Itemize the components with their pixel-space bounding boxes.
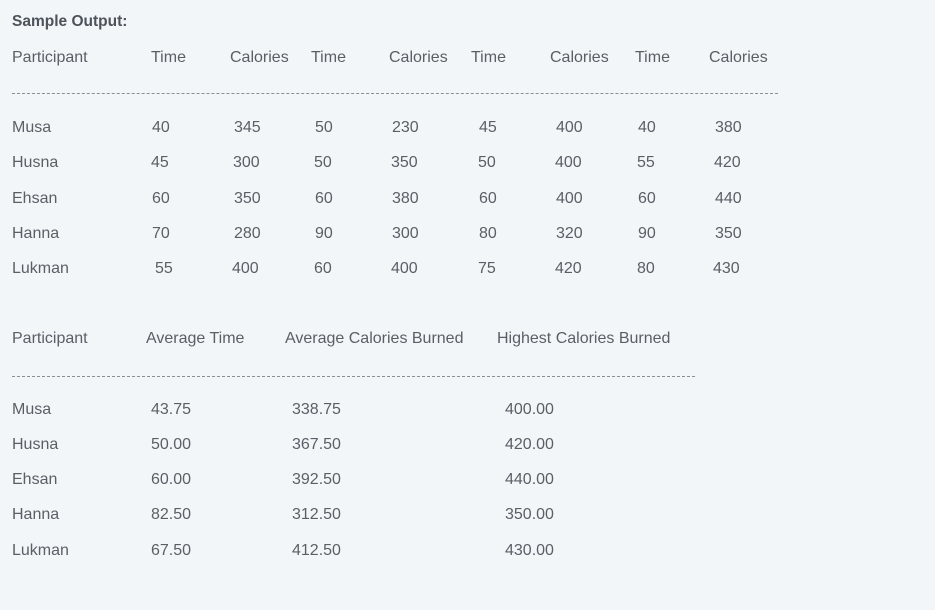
column-header: Calories [389, 49, 448, 66]
table-cell: 400 [556, 119, 583, 136]
table-cell: 350 [391, 154, 418, 171]
table1-divider [12, 93, 778, 94]
table-cell: 350.00 [505, 506, 554, 523]
table-cell: 338.75 [292, 401, 341, 418]
participant-name: Ehsan [12, 190, 58, 207]
table-cell: 60 [314, 260, 332, 277]
table-cell: 90 [315, 225, 333, 242]
table-cell: 380 [715, 119, 742, 136]
participant-name: Hanna [12, 506, 60, 523]
table-cell: 430.00 [505, 542, 554, 559]
table-cell: 55 [155, 260, 173, 277]
participant-name: Husna [12, 154, 59, 171]
table-cell: 55 [637, 154, 655, 171]
table-cell: 367.50 [292, 436, 341, 453]
table-cell: 60 [152, 190, 170, 207]
table-cell: 60 [638, 190, 656, 207]
table-cell: 60.00 [151, 471, 192, 488]
table-cell: 75 [478, 260, 496, 277]
column-header: Average Calories Burned [285, 330, 464, 347]
table-cell: 80 [479, 225, 497, 242]
table-cell: 82.50 [151, 506, 192, 523]
table-cell: 50 [315, 119, 333, 136]
table-cell: 392.50 [292, 471, 341, 488]
table-cell: 50 [478, 154, 496, 171]
column-header: Participant [12, 330, 88, 347]
table-cell: 400 [555, 154, 582, 171]
sample-output-heading: Sample Output: [12, 13, 128, 30]
table-cell: 440.00 [505, 471, 554, 488]
table-cell: 40 [638, 119, 656, 136]
column-header: Time [151, 49, 186, 66]
table-cell: 320 [556, 225, 583, 242]
table-cell: 420.00 [505, 436, 554, 453]
table-cell: 312.50 [292, 506, 341, 523]
table-cell: 412.50 [292, 542, 341, 559]
table-cell: 300 [392, 225, 419, 242]
column-header: Time [635, 49, 670, 66]
table-cell: 345 [234, 119, 261, 136]
participant-name: Musa [12, 401, 52, 418]
table-cell: 45 [151, 154, 169, 171]
column-header: Calories [230, 49, 289, 66]
table-cell: 350 [715, 225, 742, 242]
table-cell: 380 [392, 190, 419, 207]
column-header: Participant [12, 49, 88, 66]
table-cell: 50.00 [151, 436, 192, 453]
column-header: Time [471, 49, 506, 66]
table-cell: 300 [233, 154, 260, 171]
participant-name: Hanna [12, 225, 60, 242]
table-cell: 45 [479, 119, 497, 136]
column-header: Highest Calories Burned [497, 330, 671, 347]
table-cell: 400 [232, 260, 259, 277]
table2-divider [12, 376, 695, 377]
column-header: Calories [709, 49, 768, 66]
table-cell: 430 [713, 260, 740, 277]
table-cell: 40 [152, 119, 170, 136]
table-cell: 70 [152, 225, 170, 242]
table-cell: 80 [637, 260, 655, 277]
participant-name: Ehsan [12, 471, 58, 488]
table-cell: 90 [638, 225, 656, 242]
table-cell: 440 [715, 190, 742, 207]
table-cell: 420 [714, 154, 741, 171]
table-cell: 420 [555, 260, 582, 277]
table-cell: 400 [391, 260, 418, 277]
table-cell: 400 [556, 190, 583, 207]
table-cell: 350 [234, 190, 261, 207]
table-cell: 230 [392, 119, 419, 136]
participant-name: Husna [12, 436, 59, 453]
column-header: Average Time [146, 330, 245, 347]
table-cell: 67.50 [151, 542, 192, 559]
participant-name: Musa [12, 119, 52, 136]
table-cell: 50 [314, 154, 332, 171]
table-cell: 400.00 [505, 401, 554, 418]
column-header: Calories [550, 49, 609, 66]
column-header: Time [311, 49, 346, 66]
table-cell: 43.75 [151, 401, 192, 418]
participant-name: Lukman [12, 260, 69, 277]
table-cell: 60 [479, 190, 497, 207]
table-cell: 60 [315, 190, 333, 207]
participant-name: Lukman [12, 542, 69, 559]
table-cell: 280 [234, 225, 261, 242]
